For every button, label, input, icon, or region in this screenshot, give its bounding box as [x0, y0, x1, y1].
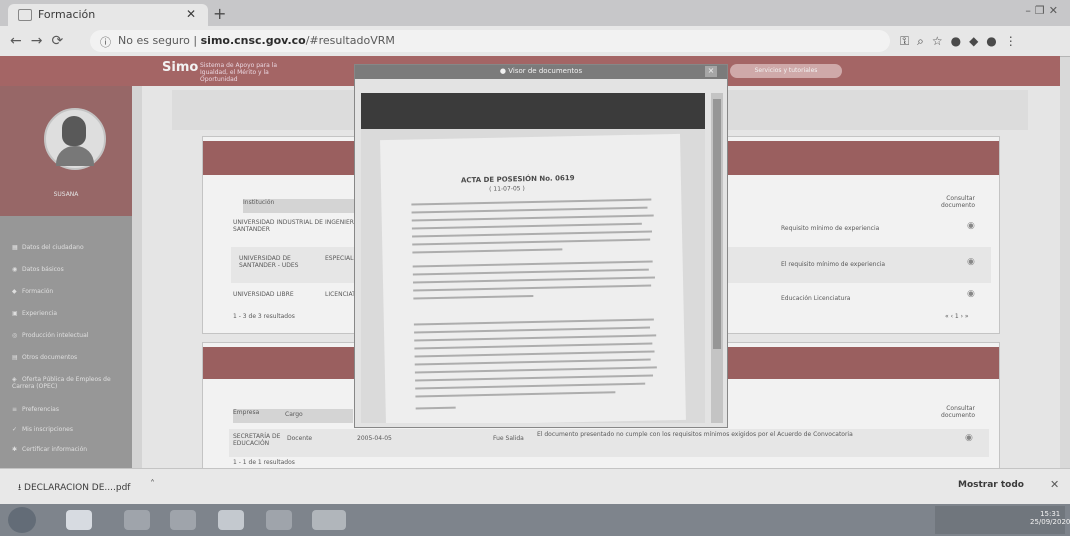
document-page: ACTA DE POSESIÓN No. 0619 ( 11-07-05 ) [380, 133, 686, 423]
logo-subtitle: Sistema de Apoyo para la Igualdad, el Mé… [200, 62, 278, 83]
modal-close-button[interactable]: × [705, 66, 717, 77]
sidebar-scrollbar[interactable] [132, 86, 142, 468]
services-button[interactable]: Servicios y tutoriales [730, 64, 842, 78]
exp-start: 2005-04-05 [357, 435, 392, 442]
close-tab-icon[interactable]: ✕ [186, 7, 196, 21]
download-item[interactable]: ⭳ DECLARACION DE....pdf [18, 480, 130, 496]
paint-icon[interactable] [312, 510, 346, 530]
start-button[interactable] [8, 507, 36, 533]
row-institution-2: UNIVERSIDAD DE SANTANDER - UDES [239, 255, 299, 269]
eye-icon[interactable]: ◉ [965, 433, 973, 443]
modal-title: ● Visor de documentos [499, 67, 583, 75]
nav-buttons[interactable]: ←→⟳ [10, 33, 72, 49]
url-path: /#resultadoVRM [305, 34, 395, 47]
sidebar-item-certificar[interactable]: ✱ Certificar información [12, 446, 87, 453]
new-tab-button[interactable]: + [213, 4, 226, 23]
document-viewer-modal: ● Visor de documentos × ACTA DE POSESIÓN… [354, 64, 728, 428]
sidebar-item-experiencia[interactable]: ▣ Experiencia [12, 310, 57, 317]
eye-icon[interactable]: ◉ [967, 289, 975, 299]
sidebar-item-otros[interactable]: ▤ Otros documentos [12, 354, 77, 361]
exp-end: Fue Salida [493, 435, 524, 442]
url-domain: simo.cnsc.gov.co [200, 34, 306, 47]
sidebar-item-inscripciones[interactable]: ✓ Mis inscripciones [12, 426, 73, 433]
sidebar-item-datos-basicos[interactable]: ◉ Datos básicos [12, 266, 64, 273]
modal-scroll-thumb[interactable] [713, 99, 721, 349]
sidebar-item-preferencias[interactable]: ≡ Preferencias [12, 406, 59, 413]
word-icon[interactable] [66, 510, 92, 530]
pager[interactable]: « ‹ 1 › » [945, 313, 969, 320]
viewer-toolbar [361, 93, 705, 129]
profile-panel: SUSANA [0, 86, 132, 216]
window-controls[interactable]: –❐✕ [1025, 4, 1062, 17]
clock[interactable]: 15:31 25/09/2020 [1030, 510, 1070, 526]
document-date: ( 11-07-05 ) [489, 185, 525, 193]
browser-tab[interactable]: Formación ✕ [8, 4, 208, 26]
exp-company: SECRETARÍA DE EDUCACIÓN [233, 433, 281, 447]
chrome-icon[interactable] [218, 510, 244, 530]
col-header-action: Consultar documento [941, 195, 975, 209]
document-viewport[interactable]: ACTA DE POSESIÓN No. 0619 ( 11-07-05 ) [361, 129, 705, 423]
show-all-button[interactable]: Mostrar todo [958, 480, 1024, 490]
user-name: SUSANA [53, 191, 79, 198]
address-bar-row: ←→⟳ ⓘ No es seguro | simo.cnsc.gov.co/#r… [0, 26, 1070, 57]
taskbar: 15:31 25/09/2020 [0, 504, 1070, 536]
sidebar: SUSANA ▦ Datos del ciudadano ◉ Datos básic… [0, 86, 132, 468]
row-desc-1: Requisito mínimo de experiencia [781, 225, 880, 232]
sidebar-item-produccion[interactable]: ◎ Producción intelectual [12, 332, 88, 339]
simo-logo[interactable]: Simo [162, 60, 198, 75]
sidebar-item-formacion[interactable]: ◆ Formación [12, 288, 53, 295]
col-header-cargo: Cargo [285, 411, 303, 418]
app-icon[interactable] [266, 510, 292, 530]
document-title: ACTA DE POSESIÓN No. 0619 [460, 174, 575, 185]
row-desc-2: El requisito mínimo de experiencia [781, 261, 886, 268]
url-input[interactable]: ⓘ No es seguro | simo.cnsc.gov.co/#resul… [90, 30, 890, 52]
toolbar-icons[interactable]: ⚿⌕☆●◆●⋮ [900, 34, 1025, 49]
exp-observation: El documento presentado no cumple con lo… [537, 431, 853, 438]
exp-role: Docente [287, 435, 313, 442]
modal-header: ● Visor de documentos × [355, 65, 727, 79]
close-icon[interactable]: ✕ [1050, 478, 1059, 491]
chevron-up-icon[interactable]: ˄ [150, 479, 155, 490]
ie-icon[interactable] [124, 510, 150, 530]
results-count: 1 - 3 de 3 resultados [233, 313, 295, 320]
page-icon [18, 9, 32, 21]
downloads-bar: ⭳ DECLARACION DE....pdf ˄ Mostrar todo ✕ [0, 468, 1070, 505]
tab-title: Formación [38, 8, 96, 21]
row-institution-3: UNIVERSIDAD LIBRE [233, 291, 294, 298]
exp-results-count: 1 - 1 de 1 resultados [233, 459, 295, 466]
row-desc-3: Educación Licenciatura [781, 295, 851, 302]
tab-bar: Formación ✕ + –❐✕ [0, 0, 1070, 26]
sidebar-item-opec[interactable]: ◈ Oferta Pública de Empleos de Carrera (O… [12, 376, 124, 390]
media-icon[interactable] [170, 510, 196, 530]
info-icon[interactable]: ⓘ [100, 34, 111, 50]
url-warning: No es seguro [118, 34, 190, 47]
eye-icon[interactable]: ◉ [967, 221, 975, 231]
row-institution-1: UNIVERSIDAD INDUSTRIAL DE SANTANDER [233, 219, 323, 233]
col-header-action: Consultar documento [941, 405, 975, 419]
avatar [44, 108, 106, 170]
eye-icon[interactable]: ◉ [967, 257, 975, 267]
sidebar-item-datos-ciudadano[interactable]: ▦ Datos del ciudadano [12, 244, 84, 251]
